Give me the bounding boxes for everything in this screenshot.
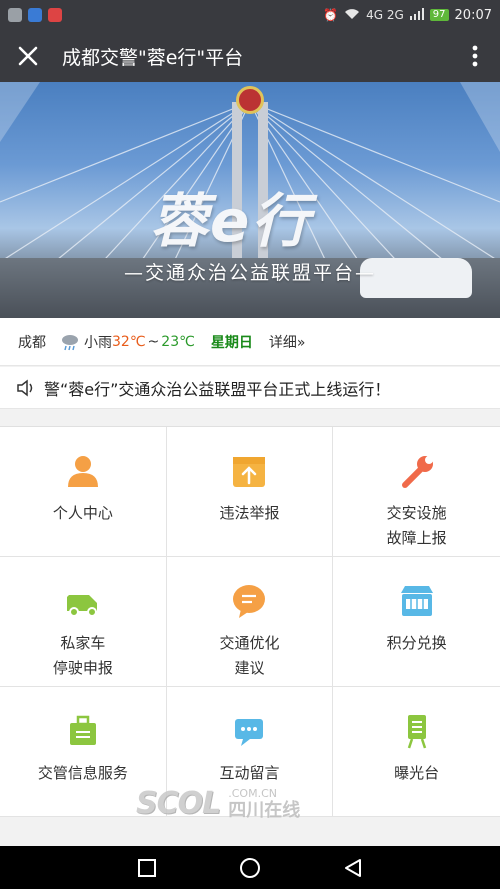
weather-bar: 成都 小雨 32℃ ~ 23℃ 星期日 详细» bbox=[0, 318, 500, 366]
grid-item-exposure-board[interactable]: 曝光台 bbox=[333, 687, 500, 817]
back-button[interactable] bbox=[341, 856, 365, 880]
grid-item-label: 个人中心 bbox=[52, 504, 113, 522]
grid-item-label: 曝光台 bbox=[394, 764, 440, 782]
briefcase-icon bbox=[69, 715, 96, 745]
more-vertical-icon bbox=[472, 45, 478, 67]
network-label: 4G 2G bbox=[366, 8, 404, 22]
grid-item-label: 交管信息服务 bbox=[37, 764, 128, 782]
triangle-back-icon bbox=[345, 858, 362, 877]
more-options-button[interactable] bbox=[450, 30, 500, 82]
weather-condition: 小雨 bbox=[84, 334, 112, 351]
scol-watermark: SCOL .COM.CN 四川在线 bbox=[136, 786, 300, 821]
close-button[interactable] bbox=[0, 30, 56, 82]
message-icon bbox=[235, 719, 264, 746]
grid-item-traffic-suggestion[interactable]: 交通优化 建议 bbox=[166, 557, 334, 687]
wifi-icon bbox=[344, 8, 360, 23]
grid-item-private-car[interactable]: 私家车 停驶申报 bbox=[0, 557, 167, 687]
page-title: 成都交警"蓉e行"平台 bbox=[62, 46, 244, 69]
grid-item-label: 交通优化 建议 bbox=[219, 634, 280, 677]
weather-low: 23℃ bbox=[161, 333, 195, 350]
recents-button[interactable] bbox=[135, 856, 159, 880]
grid-item-label: 交安设施 故障上报 bbox=[386, 504, 447, 547]
store-icon bbox=[400, 586, 433, 616]
weather-weekday: 星期日 bbox=[210, 334, 253, 351]
grid-item-points-exchange[interactable]: 积分兑换 bbox=[333, 557, 500, 687]
watermark-domain: .COM.CN bbox=[228, 786, 277, 800]
chat-notification-icon bbox=[8, 8, 22, 22]
weather-high: 32℃ bbox=[112, 333, 146, 350]
billboard-icon bbox=[407, 715, 426, 749]
banner-brand: 蓉e行 bbox=[150, 187, 312, 255]
banner-slogan: —交通众治公益联盟平台— bbox=[123, 262, 376, 284]
grid-item-label: 互动留言 bbox=[219, 764, 280, 782]
light-rain-icon bbox=[62, 334, 78, 350]
person-icon bbox=[67, 456, 98, 487]
battery-indicator: 97 bbox=[429, 9, 449, 21]
hero-banner[interactable]: 蓉e行 —交通众治公益联盟平台— bbox=[0, 82, 500, 318]
grid-item-label: 积分兑换 bbox=[386, 634, 447, 652]
announcement-text: 警“蓉e行”交通众治公益联盟平台正式上线运行！ bbox=[44, 379, 391, 399]
grid-item-label: 私家车 停驶申报 bbox=[52, 634, 113, 677]
service-grid: 个人中心 违法举报 交安设施 故障上报 私家车 停驶申报 交通优化 建议 积分兑… bbox=[0, 426, 500, 817]
chat-bubble-icon bbox=[233, 585, 266, 618]
signal-icon bbox=[409, 7, 424, 23]
weather-city: 成都 bbox=[18, 334, 46, 351]
weather-separator: ~ bbox=[147, 333, 160, 350]
clock: 20:07 bbox=[454, 7, 492, 23]
title-bar: 成都交警"蓉e行"平台 bbox=[0, 30, 500, 82]
app-notification-icon bbox=[28, 8, 42, 22]
grid-item-violation-report[interactable]: 违法举报 bbox=[166, 427, 334, 557]
weibo-notification-icon bbox=[48, 8, 62, 22]
watermark-logo: SCOL bbox=[136, 786, 221, 821]
watermark-name: 四川在线 bbox=[228, 799, 301, 821]
home-button[interactable] bbox=[238, 856, 262, 880]
announcement-bar[interactable]: 警“蓉e行”交通众治公益联盟平台正式上线运行！ bbox=[0, 367, 500, 409]
grid-item-personal-center[interactable]: 个人中心 bbox=[0, 427, 167, 557]
square-icon bbox=[137, 858, 156, 877]
grid-item-facility-fault[interactable]: 交安设施 故障上报 bbox=[333, 427, 500, 557]
close-icon bbox=[18, 46, 38, 66]
speaker-icon bbox=[17, 378, 33, 397]
status-bar: ⏰ 4G 2G 97 20:07 bbox=[0, 0, 500, 30]
system-nav-bar bbox=[0, 846, 500, 889]
weather-detail-link[interactable]: 详细» bbox=[269, 332, 306, 352]
wrench-icon bbox=[401, 456, 433, 488]
alarm-icon: ⏰ bbox=[323, 8, 339, 22]
car-icon bbox=[66, 595, 97, 617]
upload-report-icon bbox=[233, 457, 266, 487]
circle-icon bbox=[239, 857, 260, 878]
grid-item-label: 违法举报 bbox=[219, 504, 280, 522]
